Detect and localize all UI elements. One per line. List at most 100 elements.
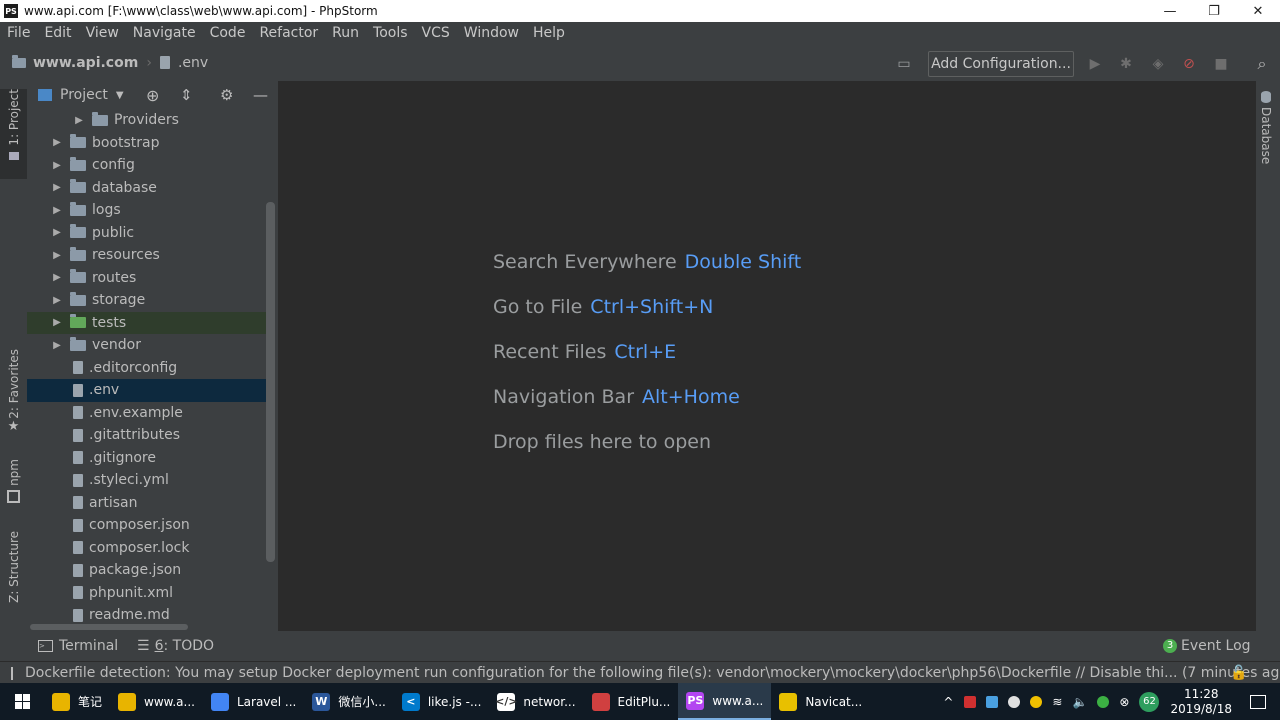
- tray-close-icon[interactable]: ⊗: [1119, 695, 1129, 709]
- taskbar-app[interactable]: 笔记: [44, 683, 110, 720]
- windows-start-icon[interactable]: [0, 683, 44, 720]
- project-view-selector[interactable]: Project: [60, 87, 108, 103]
- hide-panel-icon[interactable]: —: [253, 86, 268, 104]
- tree-row[interactable]: ▶ database: [27, 177, 267, 200]
- tab-project[interactable]: 1: Project: [0, 89, 27, 179]
- volume-icon[interactable]: 🔈: [1072, 695, 1087, 709]
- monitor-icon[interactable]: ▭: [896, 56, 912, 72]
- tray-app-icon[interactable]: [986, 695, 999, 708]
- taskbar-app[interactable]: www.a...: [110, 683, 203, 720]
- tray-app-icon[interactable]: [1097, 695, 1110, 708]
- tree-row[interactable]: composer.lock: [27, 537, 267, 560]
- editor-empty-area[interactable]: Search Everywhere Double Shift Go to File…: [278, 81, 1256, 631]
- menu-code[interactable]: Code: [203, 25, 253, 41]
- menu-refactor[interactable]: Refactor: [252, 25, 325, 41]
- menu-view[interactable]: View: [79, 25, 126, 41]
- tab-npm[interactable]: npm: [0, 459, 27, 509]
- menu-edit[interactable]: Edit: [37, 25, 78, 41]
- expand-arrow-icon[interactable]: ▶: [52, 272, 62, 283]
- stop-icon[interactable]: ■: [1213, 56, 1229, 72]
- tree-row[interactable]: ▶ storage: [27, 289, 267, 312]
- expand-arrow-icon[interactable]: ▶: [52, 317, 62, 328]
- tree-row[interactable]: .env: [27, 379, 267, 402]
- event-log-tab[interactable]: 3 Event Log: [1163, 638, 1251, 654]
- tree-row[interactable]: ▶ public: [27, 222, 267, 245]
- tab-database[interactable]: Database: [1259, 91, 1273, 164]
- tree-row[interactable]: artisan: [27, 492, 267, 515]
- tree-horizontal-scrollbar[interactable]: [30, 624, 188, 630]
- expand-arrow-icon[interactable]: ▶: [52, 182, 62, 193]
- tree-row[interactable]: package.json: [27, 559, 267, 582]
- search-icon[interactable]: ⌕: [1254, 56, 1270, 72]
- tree-row[interactable]: .gitignore: [27, 447, 267, 470]
- menu-run[interactable]: Run: [325, 25, 366, 41]
- breadcrumb-file[interactable]: .env: [159, 55, 208, 71]
- chevron-up-icon[interactable]: ^: [943, 695, 953, 709]
- lock-icon[interactable]: 🔓: [1230, 665, 1247, 681]
- menu-vcs[interactable]: VCS: [415, 25, 457, 41]
- expand-arrow-icon[interactable]: ▶: [52, 160, 62, 171]
- expand-arrow-icon[interactable]: ▶: [52, 205, 62, 216]
- expand-arrow-icon[interactable]: ▶: [74, 115, 84, 126]
- tray-badge[interactable]: 62: [1139, 691, 1160, 712]
- tray-app-icon[interactable]: [1030, 695, 1043, 708]
- expand-arrow-icon[interactable]: ▶: [52, 137, 62, 148]
- chevron-down-icon[interactable]: ▼: [116, 90, 124, 101]
- restore-button[interactable]: ❐: [1192, 4, 1236, 19]
- menu-tools[interactable]: Tools: [366, 25, 415, 41]
- tree-row[interactable]: ▶ Providers: [27, 109, 267, 132]
- expand-arrow-icon[interactable]: ▶: [52, 227, 62, 238]
- gear-icon[interactable]: ⚙: [220, 86, 233, 104]
- collapse-all-icon[interactable]: ⇕: [180, 86, 193, 104]
- tree-row[interactable]: composer.json: [27, 514, 267, 537]
- profile-icon[interactable]: ⊘: [1181, 56, 1197, 72]
- tree-row[interactable]: .styleci.yml: [27, 469, 267, 492]
- tray-app-icon[interactable]: [964, 695, 977, 708]
- menu-navigate[interactable]: Navigate: [126, 25, 203, 41]
- tree-row[interactable]: .editorconfig: [27, 357, 267, 380]
- tree-row[interactable]: .gitattributes: [27, 424, 267, 447]
- tree-row[interactable]: ▶ resources: [27, 244, 267, 267]
- tree-row[interactable]: ▶ bootstrap: [27, 132, 267, 155]
- toggle-tool-windows-icon[interactable]: [11, 666, 13, 680]
- tree-row[interactable]: phpunit.xml: [27, 582, 267, 605]
- todo-tab[interactable]: ☰ 6: TODO: [137, 638, 214, 654]
- expand-arrow-icon[interactable]: ▶: [52, 340, 62, 351]
- tab-favorites[interactable]: 2: Favorites ★: [0, 349, 27, 439]
- close-button[interactable]: ✕: [1236, 4, 1280, 19]
- taskbar-app[interactable]: Navicat...: [771, 683, 870, 720]
- debug-icon[interactable]: ✱: [1118, 56, 1134, 72]
- tree-row[interactable]: .env.example: [27, 402, 267, 425]
- taskbar-app[interactable]: </> networ...: [489, 683, 583, 720]
- add-configuration-button[interactable]: Add Configuration...: [928, 51, 1074, 77]
- taskbar-app[interactable]: < like.js -...: [394, 683, 490, 720]
- expand-arrow-icon[interactable]: ▶: [52, 295, 62, 306]
- expand-arrow-icon[interactable]: ▶: [52, 250, 62, 261]
- menu-file[interactable]: File: [0, 25, 37, 41]
- menu-help[interactable]: Help: [526, 25, 572, 41]
- tab-structure[interactable]: Z: Structure: [0, 531, 27, 621]
- taskbar-app[interactable]: Laravel ...: [203, 683, 304, 720]
- system-clock[interactable]: 11:28 2019/8/18: [1170, 687, 1232, 717]
- tree-row[interactable]: ▶ routes: [27, 267, 267, 290]
- locate-icon[interactable]: ⊕: [146, 86, 159, 105]
- taskbar-app[interactable]: EditPlu...: [584, 683, 679, 720]
- taskbar-app[interactable]: W 微信小...: [304, 683, 393, 720]
- tray-app-icon[interactable]: [1008, 695, 1021, 708]
- run-icon[interactable]: ▶: [1087, 56, 1103, 72]
- terminal-tab[interactable]: > Terminal: [38, 638, 118, 654]
- wifi-icon[interactable]: ≋: [1052, 695, 1062, 709]
- tree-row[interactable]: ▶ logs: [27, 199, 267, 222]
- tree-row[interactable]: ▶ vendor: [27, 334, 267, 357]
- coverage-icon[interactable]: ◈: [1150, 56, 1166, 72]
- breadcrumb-project[interactable]: www.api.com: [12, 54, 138, 71]
- taskbar-app[interactable]: PS www.a...: [678, 683, 772, 720]
- database-icon: [1261, 91, 1271, 103]
- menu-window[interactable]: Window: [457, 25, 526, 41]
- tree-row[interactable]: ▶ tests: [27, 311, 267, 334]
- tree-row[interactable]: ▶ config: [27, 154, 267, 177]
- notification-icon[interactable]: [1250, 694, 1266, 709]
- minimize-button[interactable]: —: [1148, 4, 1192, 19]
- tree-scrollbar[interactable]: [266, 202, 275, 562]
- status-message[interactable]: Dockerfile detection: You may setup Dock…: [25, 665, 1280, 681]
